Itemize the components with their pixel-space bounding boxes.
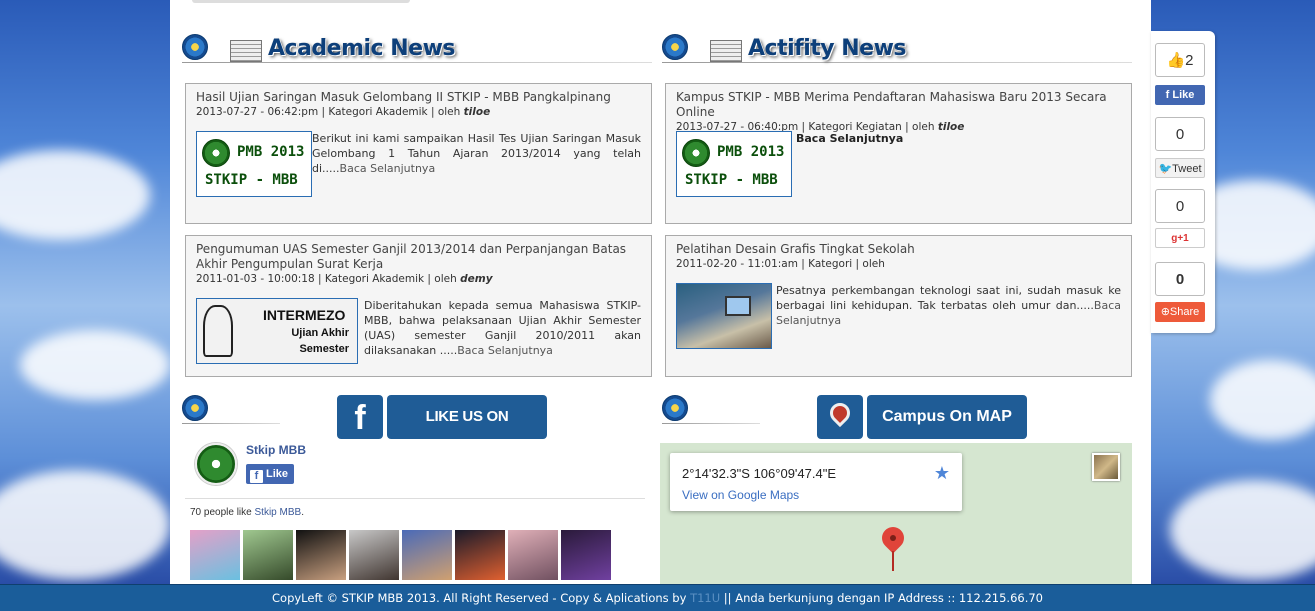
news-item: Pelatihan Desain Grafis Tingkat Sekolah … bbox=[665, 235, 1132, 377]
copyright-text: CopyLeft © STKIP MBB 2013. All Right Res… bbox=[272, 591, 691, 605]
heading-underline bbox=[182, 423, 280, 424]
news-item: Hasil Ujian Saringan Masuk Gelombang II … bbox=[185, 83, 652, 224]
main-content: Academic News Actifity News Hasil Ujian … bbox=[170, 0, 1151, 584]
thumbs-up-icon: 👍 bbox=[1166, 52, 1186, 69]
read-more-link[interactable]: Baca Selanjutnya bbox=[796, 131, 1121, 146]
twitter-bird-icon: 🐦 bbox=[1158, 163, 1173, 175]
visitor-ip-text: || Anda berkunjung dengan IP Address :: … bbox=[720, 591, 1043, 605]
fan-avatar[interactable] bbox=[243, 530, 293, 580]
campus-on-map-button[interactable]: Campus On MAP bbox=[817, 395, 1027, 439]
read-more-link[interactable]: Baca Selanjutnya bbox=[457, 344, 553, 357]
news-item-title-link[interactable]: Pengumuman UAS Semester Ganjil 2013/2014… bbox=[196, 242, 641, 272]
site-footer: CopyLeft © STKIP MBB 2013. All Right Res… bbox=[0, 584, 1315, 611]
map-marker-dot bbox=[890, 535, 896, 541]
stkip-logo-icon bbox=[682, 139, 710, 167]
facebook-section-heading bbox=[182, 393, 282, 429]
fan-avatar[interactable] bbox=[190, 530, 240, 580]
news-item-author: demy bbox=[460, 273, 493, 285]
news-item-meta: 2011-02-20 - 11:01:am | Kategori | oleh bbox=[676, 258, 885, 270]
share-button[interactable]: ⊕Share bbox=[1155, 302, 1205, 322]
fan-avatar[interactable] bbox=[508, 530, 558, 580]
news-item-title-link[interactable]: Kampus STKIP - MBB Merima Pendaftaran Ma… bbox=[676, 90, 1121, 120]
news-thumbnail[interactable]: INTERMEZO Ujian Akhir Semester bbox=[196, 298, 358, 364]
facebook-page-name-link[interactable]: Stkip MBB bbox=[246, 443, 306, 457]
newspaper-icon bbox=[230, 40, 262, 62]
fan-avatar[interactable] bbox=[402, 530, 452, 580]
google-map[interactable]: 2°14'32.3"S 106°09'47.4"E View on Google… bbox=[660, 443, 1132, 584]
university-emblem-icon bbox=[662, 34, 688, 60]
news-item-excerpt: Berikut ini kami sampaikan Hasil Tes Uji… bbox=[312, 132, 641, 175]
heading-underline bbox=[662, 62, 1132, 63]
news-item-excerpt: Diberitahukan kepada semua Mahasiswa STK… bbox=[364, 299, 641, 357]
plus-icon: ⊕ bbox=[1160, 306, 1170, 318]
facebook-icon: f bbox=[250, 470, 263, 483]
fan-avatar[interactable] bbox=[455, 530, 505, 580]
news-item-title-link[interactable]: Pelatihan Desain Grafis Tingkat Sekolah bbox=[676, 242, 1121, 257]
google-plus-count-bubble: 0 bbox=[1155, 189, 1205, 223]
star-icon[interactable]: ★ bbox=[934, 463, 950, 484]
academic-news-heading: Academic News bbox=[182, 32, 652, 68]
news-item-meta: 2011-01-03 - 10:00:18 | Kategori Akademi… bbox=[196, 273, 493, 285]
google-plus-one-button[interactable]: g+1 bbox=[1155, 228, 1205, 248]
map-info-card: 2°14'32.3"S 106°09'47.4"E View on Google… bbox=[670, 453, 962, 511]
divider bbox=[185, 498, 645, 499]
page-avatar[interactable] bbox=[195, 443, 237, 485]
fan-avatar[interactable] bbox=[349, 530, 399, 580]
news-thumbnail[interactable] bbox=[676, 283, 772, 349]
facebook-page-link[interactable]: Stkip MBB bbox=[255, 507, 302, 518]
map-coordinates: 2°14'32.3"S 106°09'47.4"E bbox=[682, 466, 836, 481]
news-item-meta: 2013-07-27 - 06:42:pm | Kategori Akademi… bbox=[196, 106, 491, 118]
news-item: Kampus STKIP - MBB Merima Pendaftaran Ma… bbox=[665, 83, 1132, 224]
news-item: Pengumuman UAS Semester Ganjil 2013/2014… bbox=[185, 235, 652, 377]
map-user-avatar[interactable] bbox=[1092, 453, 1120, 481]
computer-monitor-icon bbox=[725, 296, 751, 316]
social-share-panel: 👍2 f Like 0 🐦Tweet 0 g+1 0 ⊕Share bbox=[1151, 31, 1215, 333]
fan-avatar[interactable] bbox=[296, 530, 346, 580]
student-illustration-icon bbox=[203, 305, 233, 357]
newspaper-icon bbox=[710, 40, 742, 62]
map-pin-icon bbox=[817, 395, 863, 439]
university-emblem-icon bbox=[182, 395, 208, 421]
tweet-button[interactable]: 🐦Tweet bbox=[1155, 158, 1205, 178]
facebook-like-button[interactable]: f Like bbox=[246, 464, 294, 484]
author-link[interactable]: T11U bbox=[690, 591, 720, 605]
news-item-excerpt: Pesatnya perkembangan teknologi saat ini… bbox=[776, 284, 1121, 327]
facebook-like-count: 70 people like Stkip MBB. bbox=[190, 507, 304, 518]
news-item-author: tiloe bbox=[463, 106, 491, 118]
news-thumbnail[interactable]: PMB 2013 STKIP - MBB bbox=[676, 131, 792, 197]
map-section-heading bbox=[662, 393, 762, 429]
like-us-on-facebook-button[interactable]: f LIKE US ON FACEBOOK bbox=[337, 395, 547, 469]
map-marker-stem bbox=[892, 551, 894, 571]
activity-news-heading: Actifity News bbox=[662, 32, 1132, 68]
fan-avatar[interactable] bbox=[561, 530, 611, 580]
share-count-bubble: 0 bbox=[1155, 262, 1205, 296]
news-item-title-link[interactable]: Hasil Ujian Saringan Masuk Gelombang II … bbox=[196, 90, 641, 105]
facebook-page-widget: Stkip MBB f Like 70 people like Stkip MBB… bbox=[185, 437, 645, 584]
news-thumbnail[interactable]: PMB 2013 STKIP - MBB bbox=[196, 131, 312, 197]
facebook-icon: f bbox=[337, 395, 383, 439]
university-emblem-icon bbox=[182, 34, 208, 60]
top-tab-stub bbox=[192, 0, 410, 3]
read-more-link[interactable]: Baca Selanjutnya bbox=[340, 162, 436, 175]
activity-news-title: Actifity News bbox=[748, 36, 907, 61]
heading-underline bbox=[662, 423, 760, 424]
university-emblem-icon bbox=[662, 395, 688, 421]
stkip-logo-icon bbox=[202, 139, 230, 167]
heading-underline bbox=[182, 62, 652, 63]
facebook-like-count-bubble: 👍2 bbox=[1155, 43, 1205, 77]
academic-news-title: Academic News bbox=[268, 36, 456, 61]
view-on-google-maps-link[interactable]: View on Google Maps bbox=[682, 488, 799, 502]
tweet-count-bubble: 0 bbox=[1155, 117, 1205, 151]
facebook-share-like-button[interactable]: f Like bbox=[1155, 85, 1205, 105]
